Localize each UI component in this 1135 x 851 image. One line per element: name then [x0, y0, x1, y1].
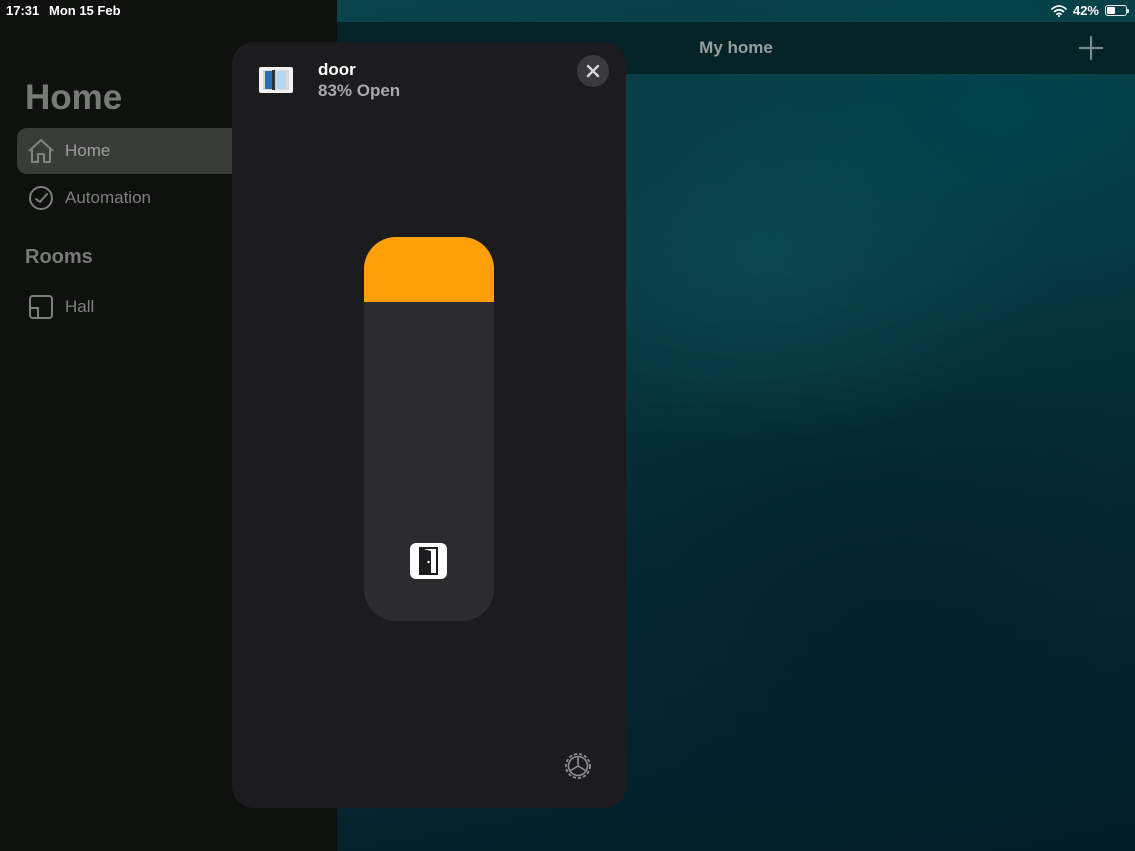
status-time: 17:31 [6, 3, 40, 18]
gear-icon [565, 753, 591, 779]
status-date: Mon 15 Feb [49, 3, 121, 18]
battery-icon [1105, 5, 1129, 16]
door-icon [410, 543, 447, 579]
close-button[interactable] [577, 55, 609, 87]
position-slider[interactable] [364, 237, 494, 621]
device-state: 83% Open [318, 81, 401, 100]
wifi-icon [1051, 4, 1067, 17]
status-indicators: 42% [1051, 3, 1129, 18]
close-icon [586, 64, 600, 78]
door-accessory-icon [259, 67, 293, 93]
status-bar: 17:31 Mon 15 Feb 42% [0, 0, 1135, 22]
settings-button[interactable] [562, 750, 594, 782]
battery-percent: 42% [1072, 3, 1099, 18]
device-name: door [318, 60, 356, 79]
slider-fill [364, 237, 494, 303]
accessory-detail-modal: door 83% Open [232, 42, 626, 808]
